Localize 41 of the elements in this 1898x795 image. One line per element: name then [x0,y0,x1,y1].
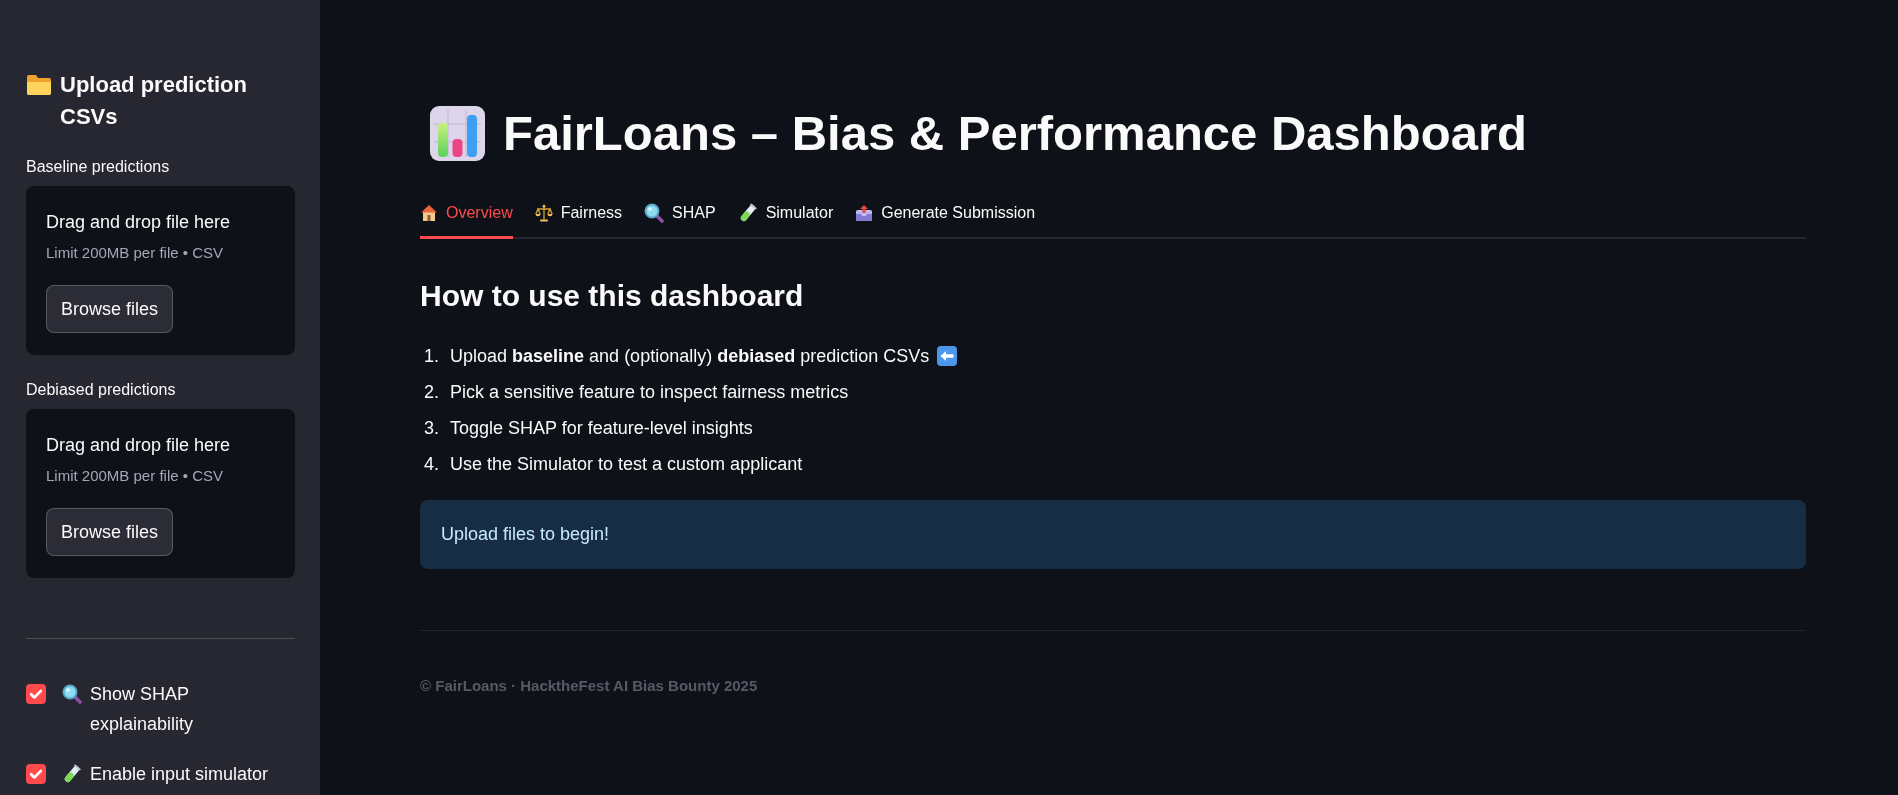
uploader-label: Baseline predictions [26,157,170,177]
file-dropzone[interactable]: Drag and drop file here Limit 200MB per file • CSV Browse files [26,409,295,578]
check-icon [30,769,42,779]
bar-chart-icon [430,105,485,161]
info-message: Upload files to begin! [420,500,1806,569]
magnifier-icon [62,684,82,704]
section-heading: How to use this dashboard [420,278,804,314]
step-number: 3. [424,417,440,440]
tray-arrow-icon [855,204,874,222]
step-text: Use the Simulator to test a custom applicant [450,453,803,476]
scales-icon [534,204,553,222]
checkbox[interactable] [26,684,46,704]
browse-files-button[interactable]: Browse files [46,285,174,333]
magnifier-icon [644,203,665,223]
tab[interactable]: Simulator [737,201,834,239]
checkbox-label: Show SHAP explainability [90,683,195,736]
house-icon [420,204,438,222]
tab[interactable]: Overview [420,201,513,239]
folder-icon [26,74,52,96]
uploader-label: Debiased predictions [26,380,176,400]
step-text: Pick a sensitive feature to inspect fairness metrics [450,381,849,404]
browse-files-button[interactable]: Browse files [46,508,174,556]
step-number: 4. [424,453,440,476]
file-limit-note: Limit 200MB per file • CSV [46,243,223,263]
step-text: Toggle SHAP for feature-level insights [450,417,753,440]
file-dropzone[interactable]: Drag and drop file here Limit 200MB per file • CSV Browse files [26,186,295,355]
page-title: FairLoans – Bias & Performance Dashboard [503,105,1527,162]
sidebar-heading: Upload prediction CSVs [60,71,248,131]
checkbox[interactable] [26,764,46,784]
tab[interactable]: SHAP [644,201,716,239]
step-text: Upload baseline and (optionally) debiased prediction CSVs [450,345,930,368]
step-number: 1. [424,345,440,368]
step-number: 2. [424,381,440,404]
tab[interactable]: Generate Submission [855,201,1036,239]
checkbox-label: Enable input simulator [90,763,269,786]
dropzone-prompt: Drag and drop file here [46,434,231,457]
footer-text: © FairLoans · HacktheFest AI Bias Bounty 2025 [420,676,758,696]
file-limit-note: Limit 200MB per file • CSV [46,466,223,486]
check-icon [30,689,42,699]
tab[interactable]: Fairness [534,201,623,239]
dropzone-prompt: Drag and drop file here [46,211,231,234]
